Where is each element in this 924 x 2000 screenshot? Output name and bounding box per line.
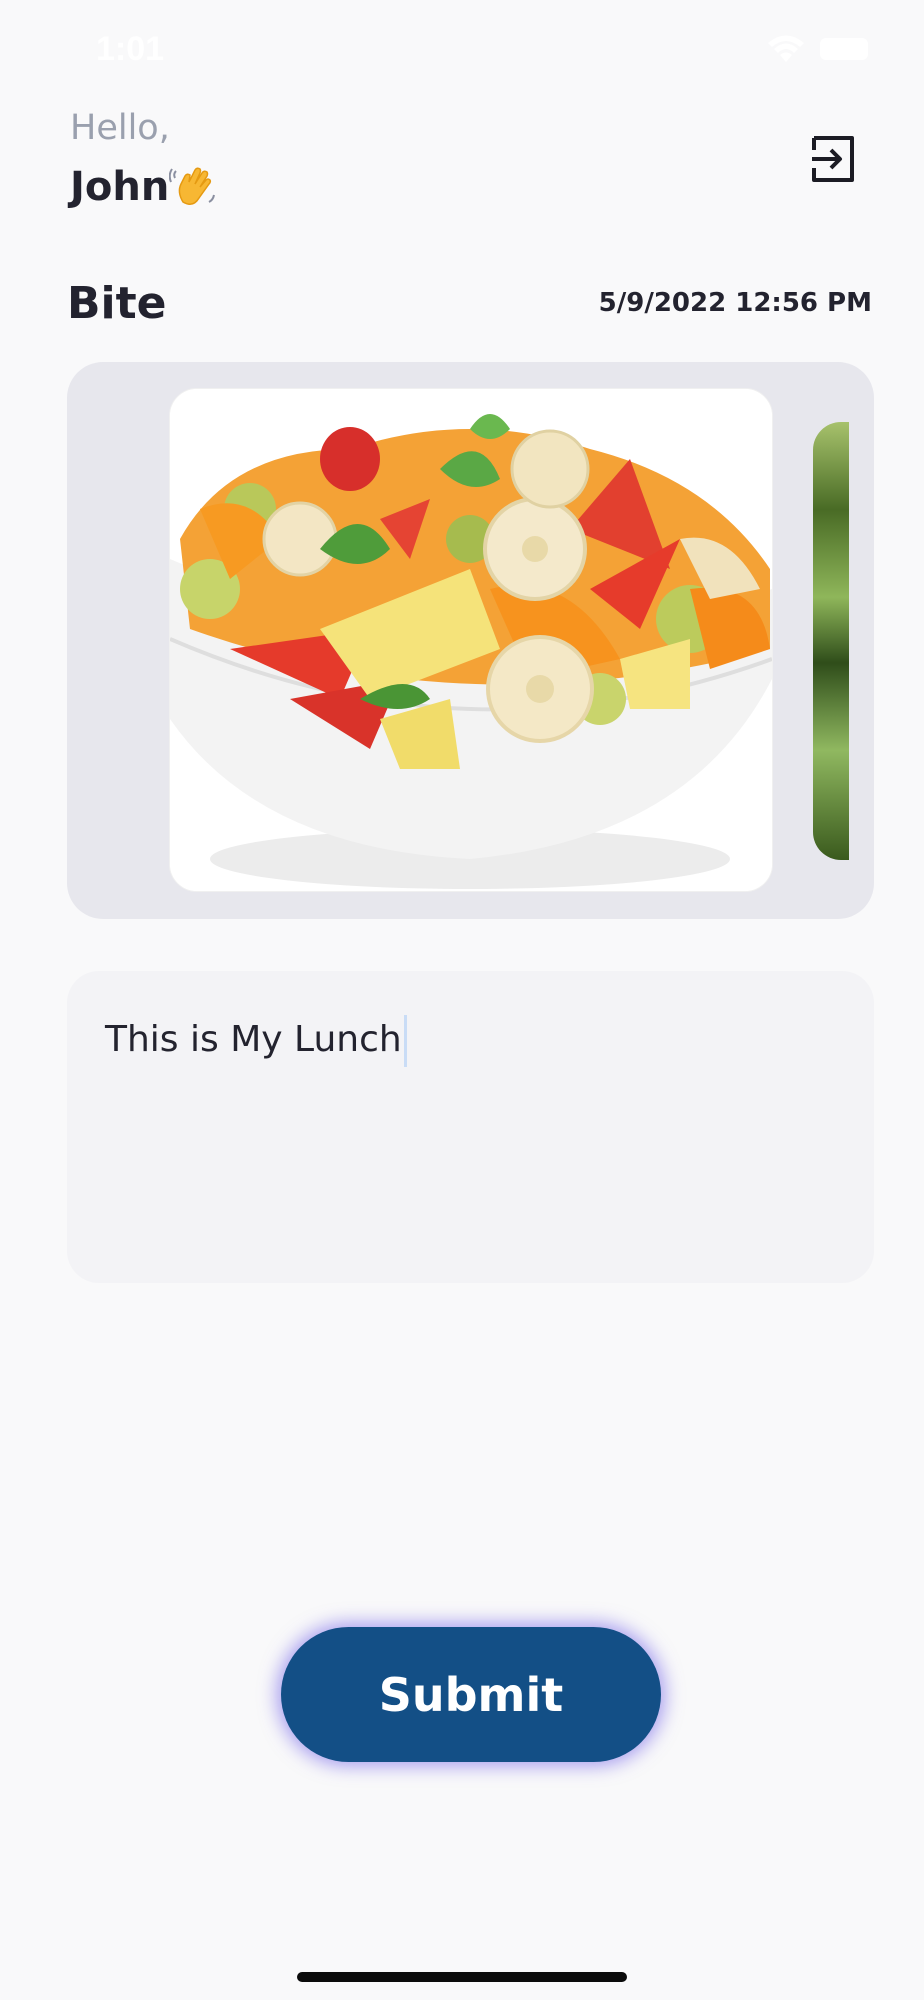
status-time: 1:01 <box>96 30 165 68</box>
user-name: John <box>70 164 170 210</box>
note-text-area[interactable]: This is My Lunch <box>67 971 874 1283</box>
battery-icon <box>820 38 868 60</box>
fruit-salad-bowl-image[interactable] <box>169 388 773 892</box>
logout-button[interactable] <box>808 134 858 184</box>
status-bar: 1:01 <box>0 0 924 100</box>
green-leaves-image[interactable] <box>813 422 849 860</box>
note-text-value: This is My Lunch <box>105 1019 402 1060</box>
wifi-icon <box>768 35 804 62</box>
post-datetime: 5/9/2022 12:56 PM <box>598 288 872 318</box>
text-caret <box>403 1015 407 1067</box>
logout-icon <box>812 136 854 182</box>
home-indicator[interactable] <box>297 1972 627 1982</box>
submit-button[interactable]: Submit <box>281 1627 661 1762</box>
user-name-row: John <box>70 162 219 212</box>
greeting-text: Hello, <box>70 108 170 148</box>
image-carousel[interactable] <box>67 362 874 919</box>
fruit-salad-illustration <box>170 389 772 891</box>
waving-hand-icon <box>169 167 216 205</box>
page-title: Bite <box>67 278 167 329</box>
app-screen: 1:01 Hello, John Bite 5/9/2022 12:56 PM <box>0 0 924 2000</box>
